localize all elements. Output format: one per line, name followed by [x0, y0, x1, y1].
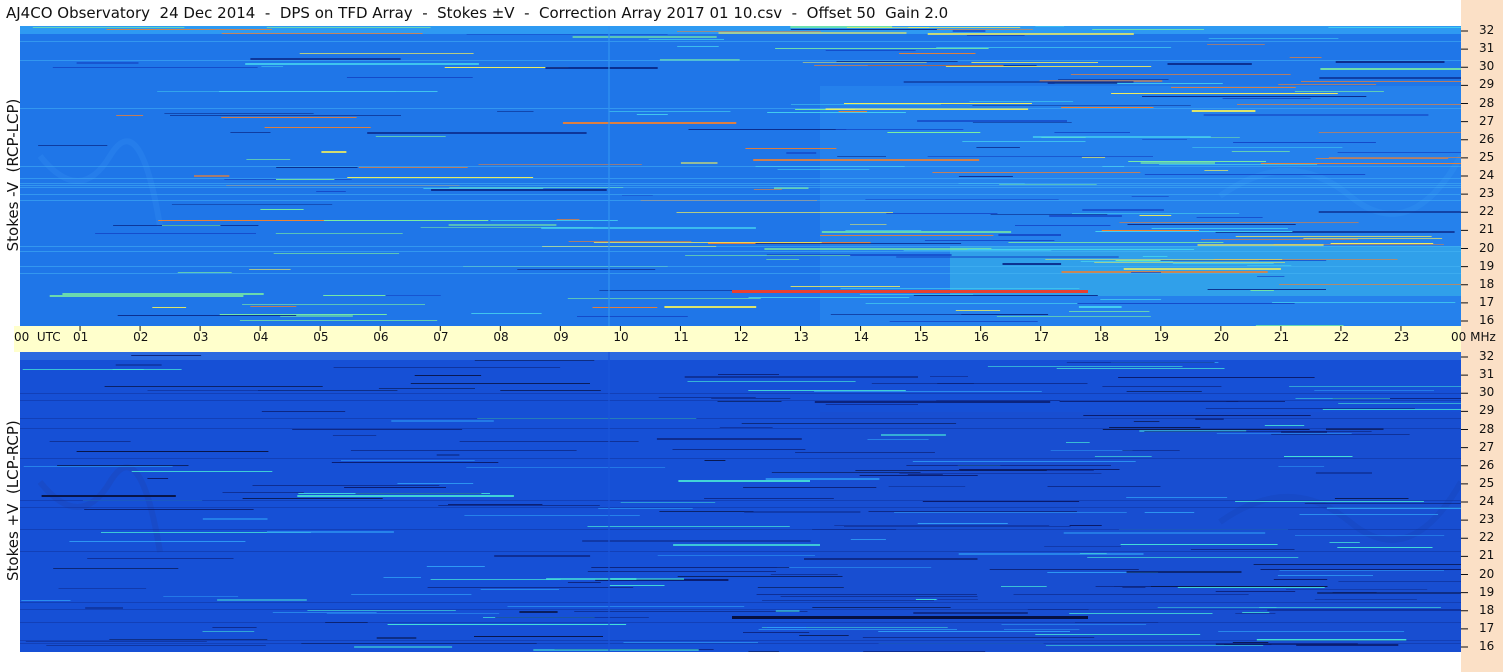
time-label-start: 00 UTC — [14, 330, 61, 344]
time-label: 19 — [1153, 330, 1170, 344]
time-label: 06 — [373, 330, 389, 344]
freq-tick-label: 32 — [1479, 349, 1495, 363]
freq-tick-label: 18 — [1479, 602, 1495, 617]
time-label: 15 — [913, 330, 929, 344]
time-label: 01 — [73, 330, 89, 344]
freq-tick-label: 29 — [1479, 77, 1495, 92]
freq-tick-label: 17 — [1479, 294, 1495, 309]
freq-tick-label: 31 — [1479, 367, 1495, 382]
freq-tick-label: 30 — [1479, 59, 1495, 74]
freq-tick-label: 16 — [1479, 313, 1495, 327]
time-label: 23 — [1393, 330, 1410, 344]
time-label: 16 — [973, 330, 989, 344]
freq-tick-label: 20 — [1479, 240, 1495, 255]
freq-tick-label: 24 — [1479, 168, 1495, 182]
time-label: 07 — [433, 330, 449, 344]
freq-tick-label: 25 — [1479, 149, 1495, 164]
freq-tick-label: 27 — [1479, 113, 1495, 128]
time-label-end: 00 MHz — [1451, 330, 1496, 344]
stokes-plus-v-label: Stokes +V (LCP-RCP) — [4, 420, 22, 581]
freq-tick-label: 29 — [1479, 403, 1495, 418]
freq-tick-label: 30 — [1479, 385, 1495, 400]
freq-tick-label: 19 — [1479, 584, 1495, 599]
time-label: 03 — [193, 330, 209, 344]
freq-tick-label: 24 — [1479, 494, 1495, 508]
freq-tick-label: 22 — [1479, 530, 1495, 545]
freq-tick-label: 18 — [1479, 276, 1495, 291]
time-label: 10 — [613, 330, 629, 344]
freq-tick-label: 23 — [1479, 512, 1495, 527]
freq-tick-label: 20 — [1479, 566, 1495, 581]
freq-tick-label: 21 — [1479, 548, 1495, 563]
time-label: 09 — [553, 330, 569, 344]
freq-tick-label: 28 — [1479, 95, 1495, 110]
spectrogram-display: AJ4CO Observatory 24 Dec 2014 - DPS on T… — [0, 0, 1503, 672]
time-label: 11 — [673, 330, 689, 344]
freq-tick-label: 26 — [1479, 131, 1495, 146]
freq-tick-label: 26 — [1479, 457, 1495, 472]
time-label: 21 — [1273, 330, 1290, 344]
time-label: 05 — [313, 330, 329, 344]
time-label: 17 — [1033, 330, 1049, 344]
freq-tick-label: 22 — [1479, 204, 1495, 219]
freq-tick-label: 16 — [1479, 639, 1495, 653]
freq-tick-label: 25 — [1479, 475, 1495, 490]
time-label: 12 — [733, 330, 749, 344]
time-label: 02 — [133, 330, 149, 344]
freq-tick-label: 27 — [1479, 439, 1495, 454]
freq-tick-label: 28 — [1479, 421, 1495, 436]
time-label: 04 — [253, 330, 269, 344]
time-label: 13 — [793, 330, 809, 344]
stokes-minus-v-label: Stokes -V (RCP-LCP) — [4, 98, 22, 252]
time-label: 14 — [853, 330, 869, 344]
freq-tick-label: 32 — [1479, 23, 1495, 37]
time-label: 08 — [493, 330, 509, 344]
freq-tick-label: 19 — [1479, 258, 1495, 273]
time-label: 18 — [1093, 330, 1110, 344]
freq-tick-label: 31 — [1479, 41, 1495, 56]
freq-tick-label: 23 — [1479, 186, 1495, 201]
time-label: 22 — [1333, 330, 1350, 344]
time-label: 20 — [1213, 330, 1230, 344]
freq-tick-label: 17 — [1479, 620, 1495, 635]
freq-tick-label: 21 — [1479, 222, 1495, 237]
